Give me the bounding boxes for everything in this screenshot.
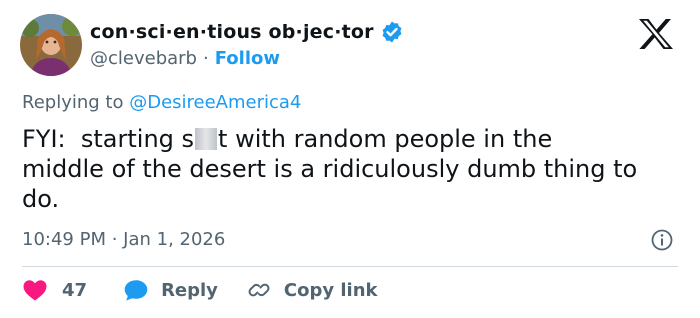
reply-mention-link[interactable]: @DesireeAmerica4: [129, 92, 301, 113]
author-handle-row: @clevebarb · Follow: [90, 48, 280, 69]
follow-button[interactable]: Follow: [215, 48, 280, 69]
info-icon[interactable]: [651, 229, 673, 251]
link-icon: [248, 283, 270, 297]
divider: [22, 266, 678, 267]
x-logo-icon[interactable]: [638, 18, 674, 50]
replying-to-prefix: Replying to: [22, 92, 130, 113]
tweet-text: FYI: starting st with random people in t…: [22, 124, 692, 214]
reply-button[interactable]: Reply: [123, 278, 218, 302]
heart-icon: [23, 280, 47, 301]
tweet-card: con·sci·en·tious ob·jec·tor @clevebarb ·…: [0, 0, 700, 318]
copy-link-button[interactable]: Copy link: [246, 278, 378, 302]
tweet-text-part1: FYI: starting s: [22, 125, 195, 153]
copy-link-label: Copy link: [283, 279, 378, 301]
verified-badge-icon: [382, 21, 402, 43]
like-button[interactable]: 47: [22, 278, 87, 302]
author-display-name[interactable]: con·sci·en·tious ob·jec·tor: [90, 21, 374, 43]
tweet-timestamp[interactable]: 10:49 PM · Jan 1, 2026: [22, 229, 225, 250]
reply-bubble-icon: [124, 280, 148, 301]
censor-blur: [195, 128, 218, 150]
avatar[interactable]: [20, 14, 82, 76]
reply-label: Reply: [161, 279, 218, 301]
handle-separator: ·: [202, 48, 209, 69]
like-count: 47: [62, 279, 88, 301]
author-name-row: con·sci·en·tious ob·jec·tor: [90, 20, 404, 44]
replying-to: Replying to @DesireeAmerica4: [22, 92, 301, 113]
avatar-photo: [20, 14, 82, 76]
tweet-actions: 47 Reply Copy link: [22, 276, 378, 304]
author-handle[interactable]: @clevebarb: [90, 48, 197, 69]
